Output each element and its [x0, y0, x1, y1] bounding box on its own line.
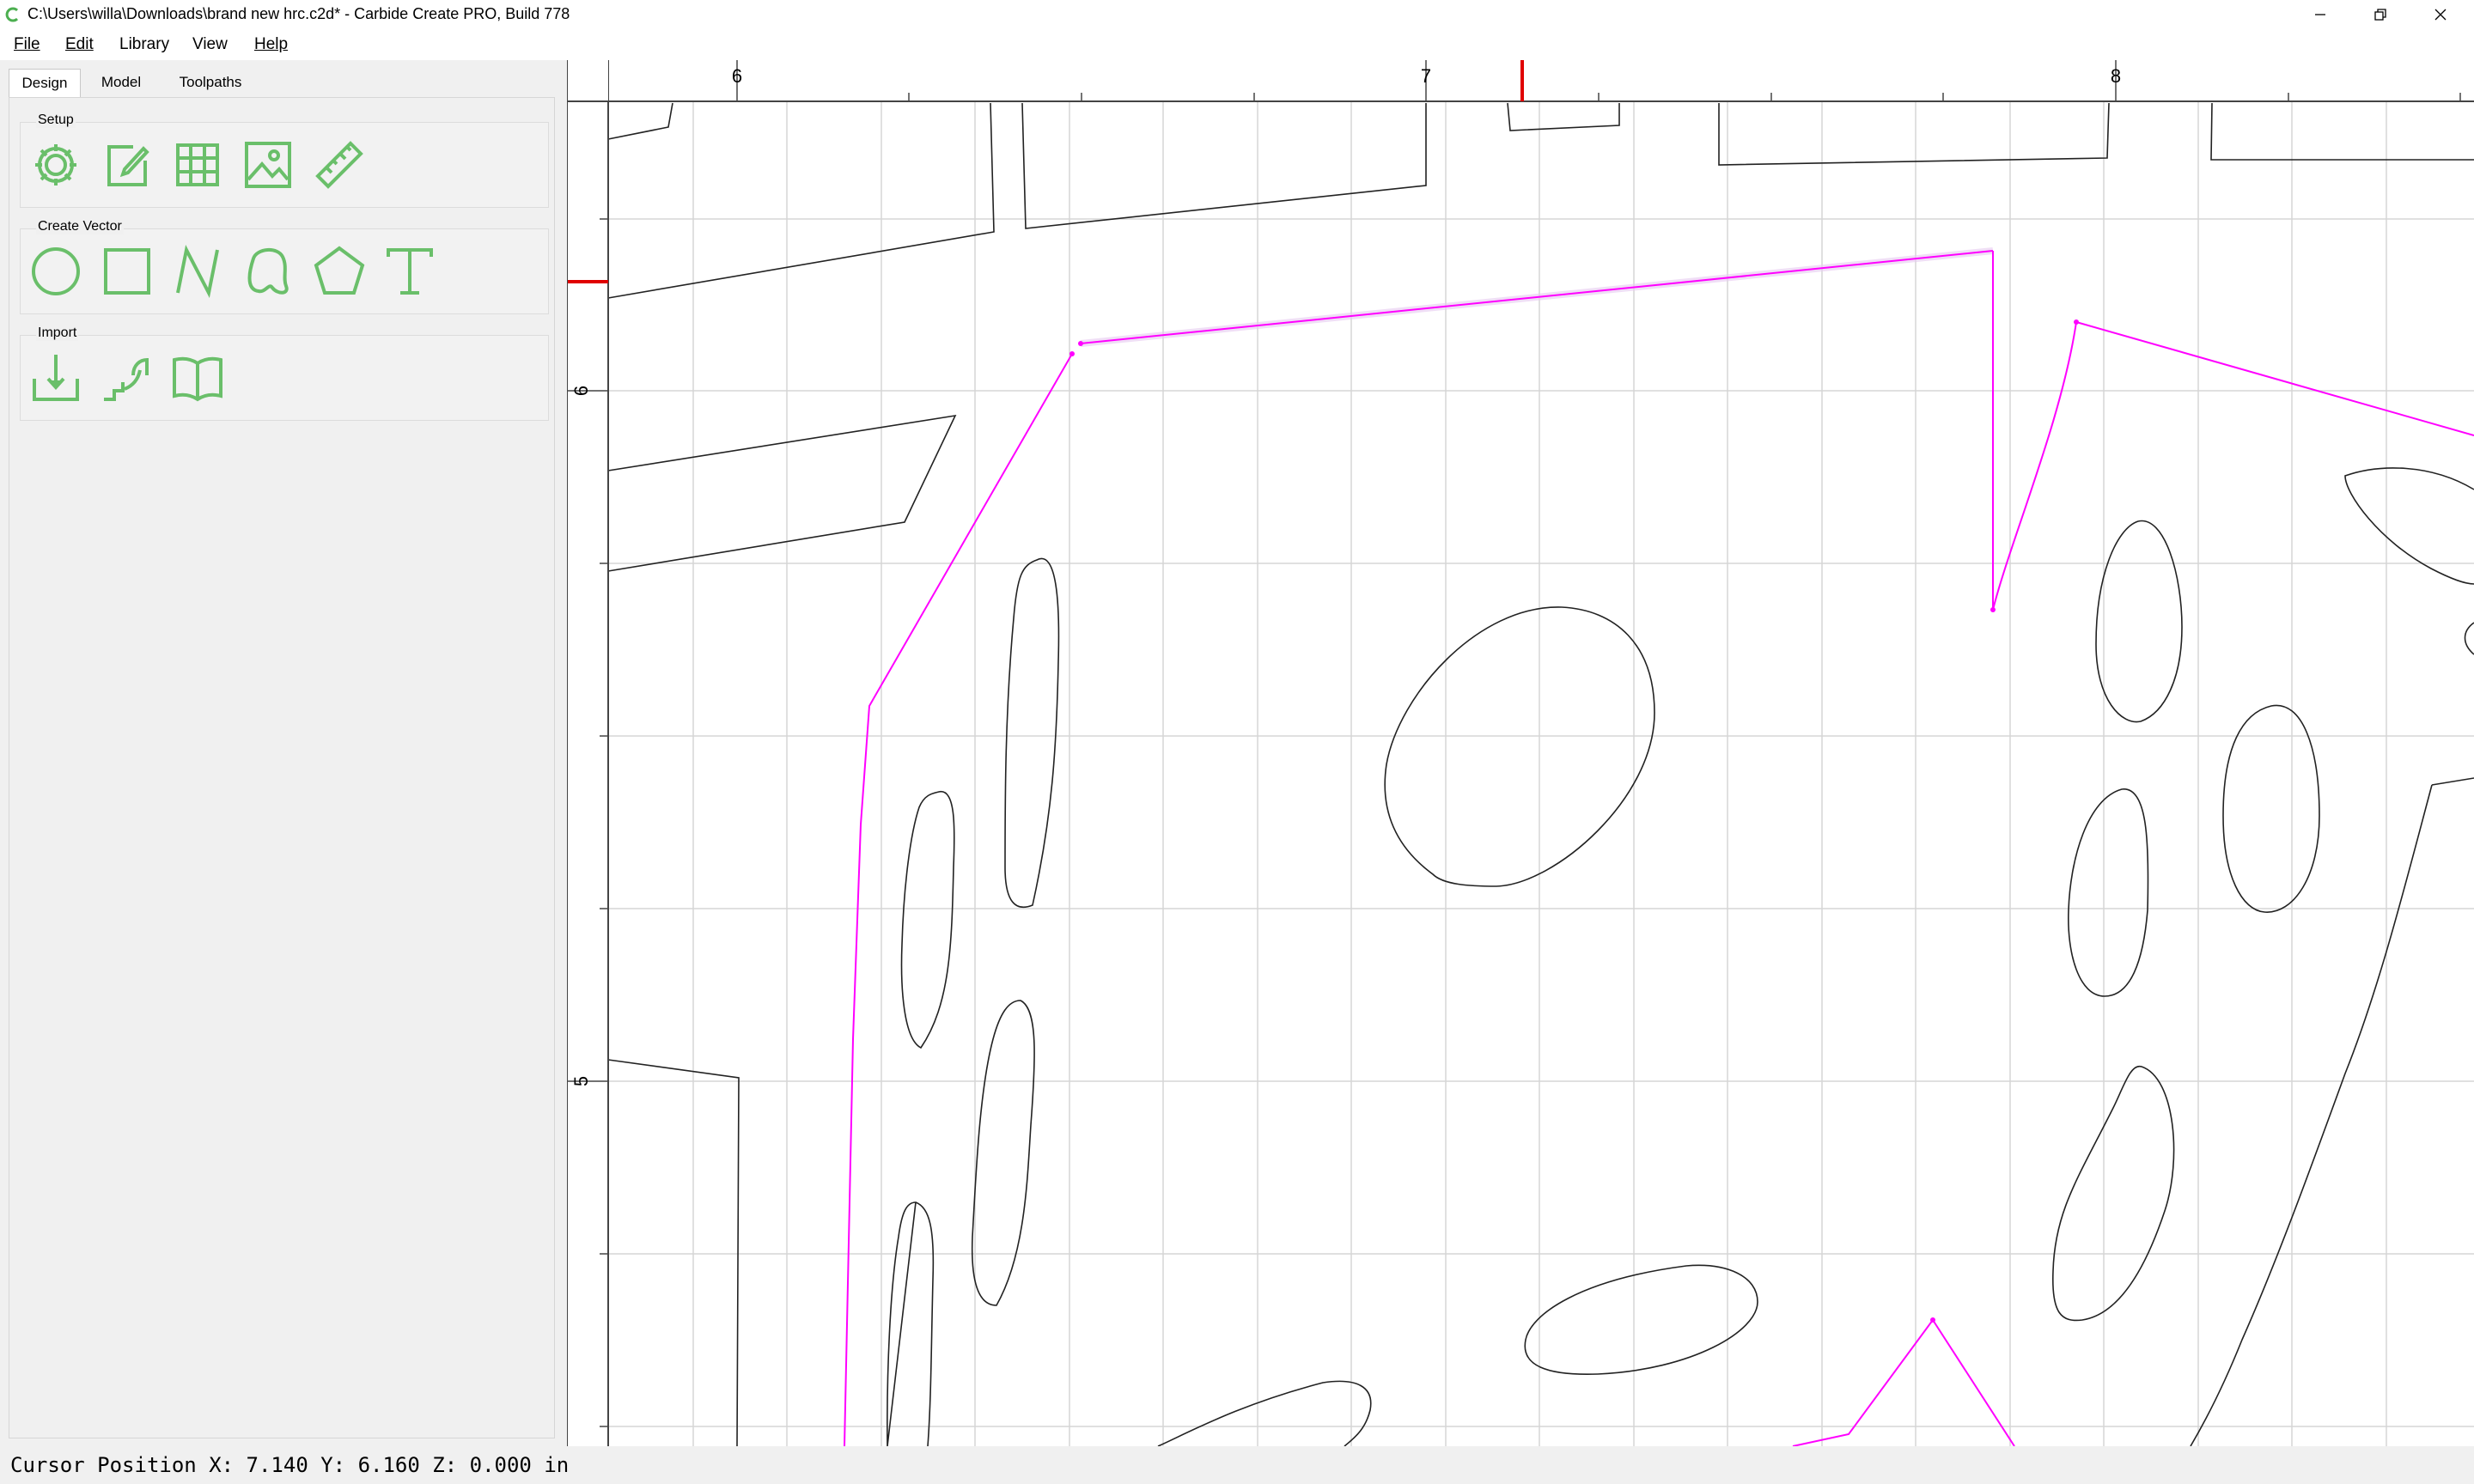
image-icon [245, 142, 291, 188]
menu-edit-label: Edit [65, 35, 94, 53]
image-button[interactable] [240, 137, 296, 193]
curve-icon [247, 248, 289, 295]
setup-group: Setup [20, 113, 549, 208]
ruler-icon [315, 141, 363, 189]
tab-design[interactable]: Design [9, 69, 81, 97]
ruler-x-label: 6 [732, 65, 742, 87]
create-rectangle-button[interactable] [99, 243, 155, 300]
canvas-drawing[interactable]: 6 7 8 6 5 [567, 60, 2474, 1446]
tab-design-label: Design [21, 75, 68, 91]
close-icon [2434, 9, 2447, 21]
ruler-corner [567, 60, 608, 101]
menu-bar: File Edit Library View Help [0, 29, 2474, 60]
create-vector-group: Create Vector [20, 219, 549, 314]
create-curve-button[interactable] [240, 243, 296, 300]
import-stairs-button[interactable] [99, 350, 155, 406]
title-bar: C:\Users\willa\Downloads\brand new hrc.c… [0, 0, 2474, 29]
window-title: C:\Users\willa\Downloads\brand new hrc.c… [27, 5, 570, 22]
menu-edit[interactable]: Edit [60, 33, 99, 56]
status-bar: Cursor Position X: 7.140 Y: 6.160 Z: 0.0… [0, 1446, 2474, 1484]
tab-model-label: Model [101, 74, 142, 90]
tab-toolpaths-label: Toolpaths [179, 74, 242, 90]
create-text-button[interactable] [381, 243, 438, 300]
import-group: Import [20, 325, 549, 421]
polyline-icon [176, 245, 219, 298]
menu-library[interactable]: Library [114, 33, 174, 56]
menu-library-label: Library [119, 35, 170, 53]
close-button[interactable] [2410, 0, 2471, 29]
menu-view[interactable]: View [187, 33, 233, 56]
ruler-x-label: 7 [1421, 65, 1431, 87]
edit-document-button[interactable] [99, 137, 155, 193]
vertical-ruler [567, 60, 609, 1446]
design-canvas[interactable]: 6 7 8 6 5 [567, 60, 2474, 1446]
polygon-icon [314, 246, 365, 295]
design-tab-pane: Setup Create Vector Import [9, 97, 555, 1438]
import-group-title: Import [36, 325, 79, 341]
setup-group-title: Setup [36, 113, 76, 128]
edit-document-icon [107, 145, 149, 186]
tab-toolpaths[interactable]: Toolpaths [160, 69, 261, 96]
grid-lines [608, 101, 2474, 1446]
circle-icon [32, 247, 80, 295]
restore-button[interactable] [2350, 0, 2410, 29]
menu-file-label: File [14, 35, 40, 53]
grid-icon [176, 143, 219, 186]
carbide-logo-icon [5, 7, 19, 22]
create-vector-group-title: Create Vector [36, 219, 124, 234]
menu-file[interactable]: File [9, 33, 46, 56]
import-file-icon [33, 355, 79, 401]
create-polyline-button[interactable] [169, 243, 226, 300]
menu-view-label: View [192, 35, 228, 53]
minimize-icon [2315, 14, 2325, 15]
menu-help[interactable]: Help [249, 33, 293, 56]
selected-vector[interactable] [844, 247, 2474, 1446]
ruler-y-label: 6 [570, 386, 592, 396]
ruler-y-label: 5 [570, 1076, 592, 1086]
import-file-button[interactable] [27, 350, 84, 406]
ruler-x-label: 8 [2111, 65, 2121, 87]
restore-icon [2374, 9, 2386, 21]
library-button[interactable] [169, 350, 226, 406]
tab-model[interactable]: Model [86, 69, 156, 96]
create-polygon-button[interactable] [311, 243, 368, 300]
minimize-button[interactable] [2290, 0, 2350, 29]
gear-icon [35, 144, 76, 186]
text-icon [387, 248, 433, 295]
vector-shapes[interactable] [607, 102, 2474, 1446]
measure-button[interactable] [311, 137, 368, 193]
rectangle-icon [104, 248, 150, 295]
horizontal-ruler [567, 60, 2474, 102]
job-setup-button[interactable] [27, 137, 84, 193]
left-panel: Design Model Toolpaths Setup Create Vect… [0, 60, 565, 1446]
import-stairs-icon [104, 357, 149, 401]
menu-help-label: Help [254, 35, 289, 53]
library-book-icon [173, 356, 222, 402]
cursor-position-readout: Cursor Position X: 7.140 Y: 6.160 Z: 0.0… [10, 1453, 570, 1477]
grid-button[interactable] [169, 137, 226, 193]
create-circle-button[interactable] [27, 243, 84, 300]
